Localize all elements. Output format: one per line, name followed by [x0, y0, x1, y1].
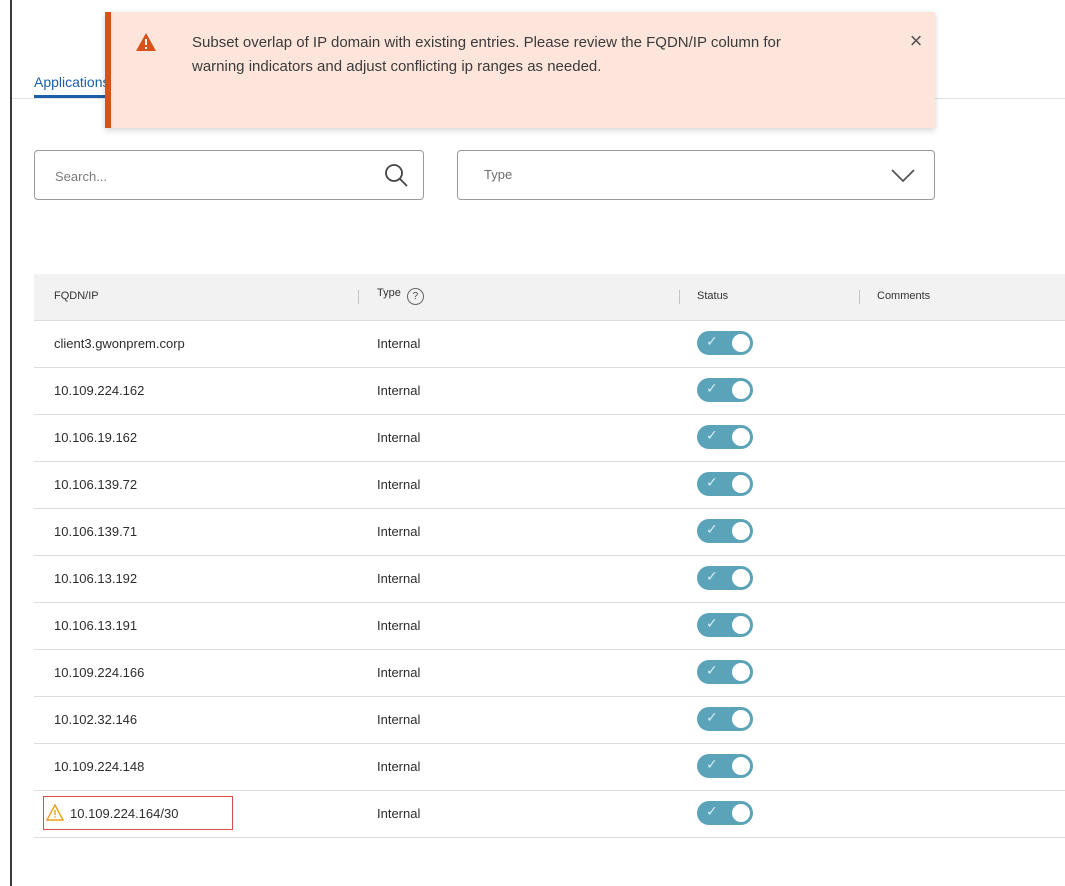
table-row[interactable]: 10.106.13.191 Internal ✓ — [34, 603, 1065, 650]
search-box[interactable] — [34, 150, 424, 200]
chevron-down-icon — [891, 169, 915, 183]
table-row[interactable]: 10.109.224.166 Internal ✓ — [34, 650, 1065, 697]
status-toggle[interactable]: ✓ — [697, 472, 753, 496]
column-divider — [859, 290, 860, 304]
type-dropdown-label: Type — [484, 167, 513, 182]
toggle-knob — [732, 475, 750, 493]
left-border — [10, 0, 12, 886]
type-cell: Internal — [377, 336, 421, 351]
type-cell: Internal — [377, 477, 421, 492]
column-header-fqdn[interactable]: FQDN/IP — [54, 290, 99, 302]
column-header-status[interactable]: Status — [697, 290, 728, 302]
warning-toast: Subset overlap of IP domain with existin… — [105, 12, 935, 128]
table-row[interactable]: 10.106.139.72 Internal ✓ — [34, 462, 1065, 509]
type-cell: Internal — [377, 524, 421, 539]
status-toggle[interactable]: ✓ — [697, 378, 753, 402]
status-toggle[interactable]: ✓ — [697, 754, 753, 778]
column-divider — [358, 290, 359, 304]
toggle-knob — [732, 569, 750, 587]
toggle-knob — [732, 804, 750, 822]
fqdn-cell: 10.102.32.146 — [54, 712, 138, 727]
toggle-knob — [732, 710, 750, 728]
status-toggle[interactable]: ✓ — [697, 331, 753, 355]
check-icon: ✓ — [706, 662, 718, 678]
check-icon: ✓ — [706, 521, 718, 537]
toast-message: Subset overlap of IP domain with existin… — [192, 34, 781, 75]
fqdn-cell: 10.106.139.71 — [54, 524, 138, 539]
status-toggle[interactable]: ✓ — [697, 519, 753, 543]
type-cell: Internal — [377, 665, 421, 680]
column-divider — [679, 290, 680, 304]
toggle-knob — [732, 522, 750, 540]
type-cell: Internal — [377, 759, 421, 774]
type-cell: Internal — [377, 571, 421, 586]
table-row[interactable]: client3.gwonprem.corp Internal ✓ — [34, 321, 1065, 368]
fqdn-cell: 10.109.224.166 — [54, 665, 145, 680]
toggle-knob — [732, 663, 750, 681]
table-row[interactable]: 10.106.13.192 Internal ✓ — [34, 556, 1065, 603]
type-cell: Internal — [377, 806, 421, 821]
help-icon[interactable]: ? — [406, 288, 424, 305]
column-header-type-label: Type — [377, 287, 401, 299]
status-toggle[interactable]: ✓ — [697, 425, 753, 449]
search-icon[interactable] — [383, 162, 409, 188]
check-icon: ✓ — [706, 568, 718, 584]
type-dropdown[interactable]: Type — [457, 150, 935, 200]
check-icon: ✓ — [706, 803, 718, 819]
toggle-knob — [732, 616, 750, 634]
toggle-knob — [732, 428, 750, 446]
table-row[interactable]: 10.106.139.71 Internal ✓ — [34, 509, 1065, 556]
check-icon: ✓ — [706, 474, 718, 490]
search-input[interactable] — [53, 164, 357, 188]
type-cell: Internal — [377, 430, 421, 445]
table-row[interactable]: 10.109.224.164/30 Internal ✓ — [34, 791, 1065, 838]
check-icon: ✓ — [706, 333, 718, 349]
table-header: FQDN/IP Type? Status Comments — [34, 274, 1065, 321]
warning-highlight: 10.109.224.164/30 — [43, 796, 233, 830]
status-toggle[interactable]: ✓ — [697, 660, 753, 684]
status-toggle[interactable]: ✓ — [697, 707, 753, 731]
toggle-knob — [732, 381, 750, 399]
warning-icon — [46, 804, 64, 821]
status-toggle[interactable]: ✓ — [697, 613, 753, 637]
check-icon: ✓ — [706, 709, 718, 725]
fqdn-cell: 10.109.224.164/30 — [70, 806, 179, 821]
status-toggle[interactable]: ✓ — [697, 566, 753, 590]
fqdn-cell: 10.106.139.72 — [54, 477, 138, 492]
table-row[interactable]: 10.109.224.162 Internal ✓ — [34, 368, 1065, 415]
column-header-comments[interactable]: Comments — [877, 290, 930, 302]
fqdn-cell: 10.106.19.162 — [54, 430, 138, 445]
check-icon: ✓ — [706, 756, 718, 772]
close-icon[interactable]: × — [905, 30, 927, 52]
check-icon: ✓ — [706, 380, 718, 396]
table-row[interactable]: 10.106.19.162 Internal ✓ — [34, 415, 1065, 462]
fqdn-cell: 10.109.224.148 — [54, 759, 145, 774]
status-toggle[interactable]: ✓ — [697, 801, 753, 825]
warning-icon — [136, 33, 156, 51]
fqdn-cell: 10.106.13.191 — [54, 618, 138, 633]
table-row[interactable]: 10.102.32.146 Internal ✓ — [34, 697, 1065, 744]
fqdn-cell: 10.109.224.162 — [54, 383, 145, 398]
fqdn-cell: 10.106.13.192 — [54, 571, 138, 586]
applications-table: FQDN/IP Type? Status Comments client3.gw… — [34, 274, 1065, 838]
check-icon: ✓ — [706, 427, 718, 443]
toggle-knob — [732, 757, 750, 775]
table-row[interactable]: 10.109.224.148 Internal ✓ — [34, 744, 1065, 791]
fqdn-cell: client3.gwonprem.corp — [54, 336, 185, 351]
table-body: client3.gwonprem.corp Internal ✓ 10.109.224… — [34, 321, 1065, 838]
toggle-knob — [732, 334, 750, 352]
type-cell: Internal — [377, 712, 421, 727]
column-header-type[interactable]: Type? — [377, 287, 424, 305]
check-icon: ✓ — [706, 615, 718, 631]
type-cell: Internal — [377, 383, 421, 398]
type-cell: Internal — [377, 618, 421, 633]
